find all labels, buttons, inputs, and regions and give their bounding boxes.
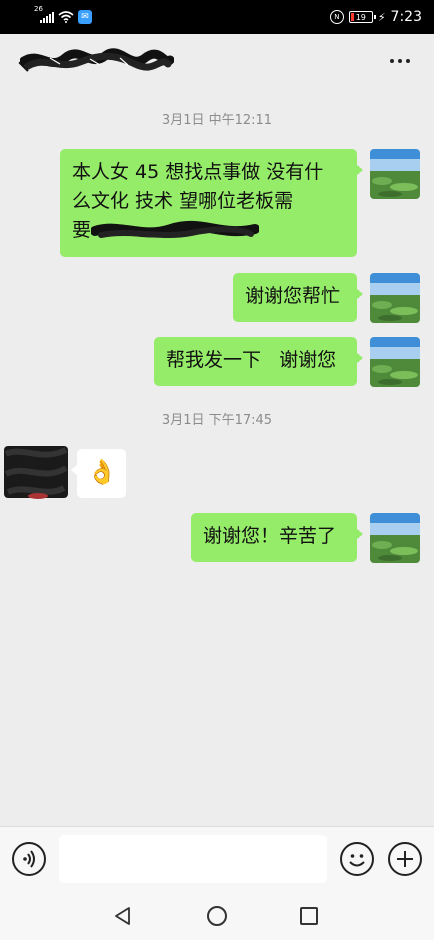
wifi-icon bbox=[58, 11, 74, 23]
input-bar bbox=[0, 826, 434, 890]
avatar[interactable] bbox=[370, 273, 420, 323]
nav-back-icon[interactable] bbox=[113, 906, 133, 926]
message-text: 谢谢您！辛苦了 bbox=[203, 525, 337, 547]
chat-header bbox=[0, 34, 434, 92]
redacted-chat-title bbox=[20, 48, 174, 71]
app-notification-icon: ✉ bbox=[78, 10, 92, 24]
system-navigation-bar bbox=[0, 890, 434, 940]
message-text: 帮我发一下 谢谢您 bbox=[166, 349, 337, 371]
self-avatar-image bbox=[370, 337, 420, 387]
message-timestamp: 3月1日 下午17:45 bbox=[161, 413, 273, 428]
ok-hand-icon: 👌 bbox=[87, 458, 117, 486]
nav-recent-icon[interactable] bbox=[300, 907, 318, 925]
clock: 7:23 bbox=[390, 9, 422, 25]
charging-icon: ⚡ bbox=[377, 10, 386, 24]
message-text-line: 本人女 45 想找点事做 没有什 bbox=[72, 161, 324, 183]
self-avatar-image bbox=[370, 149, 420, 199]
avatar[interactable] bbox=[370, 149, 420, 199]
network-type-label: 26 bbox=[34, 5, 43, 13]
self-avatar-image bbox=[370, 273, 420, 323]
outgoing-message-bubble[interactable]: 帮我发一下 谢谢您 bbox=[154, 337, 363, 386]
more-dots-icon[interactable] bbox=[390, 54, 414, 68]
status-bar: 26 ✉ N 19 ⚡ 7:23 bbox=[0, 0, 434, 34]
voice-icon[interactable] bbox=[12, 842, 46, 876]
battery-level: 19 bbox=[355, 12, 366, 22]
message-timestamp: 3月1日 中午12:11 bbox=[161, 113, 273, 128]
status-right-icons: N 19 ⚡ 7:23 bbox=[329, 8, 422, 26]
nfc-icon: N bbox=[329, 10, 344, 24]
message-input[interactable] bbox=[59, 835, 327, 883]
message-text-line: 要 bbox=[72, 219, 92, 241]
avatar[interactable] bbox=[370, 337, 420, 387]
redacted-text bbox=[91, 220, 260, 238]
message-text-line: 么文化 技术 望哪位老板需 bbox=[72, 190, 294, 212]
message-text: 谢谢您帮忙 bbox=[245, 285, 341, 307]
emoji-icon[interactable] bbox=[340, 842, 374, 876]
self-avatar-image bbox=[370, 513, 420, 563]
redacted-avatar bbox=[4, 446, 68, 499]
status-left-icons: 26 ✉ bbox=[34, 5, 92, 26]
nav-home-icon[interactable] bbox=[207, 906, 227, 926]
outgoing-message-bubble[interactable]: 本人女 45 想找点事做 没有什 么文化 技术 望哪位老板需 要 bbox=[60, 149, 363, 257]
outgoing-message-bubble[interactable]: 谢谢您！辛苦了 bbox=[191, 513, 363, 562]
outgoing-message-bubble[interactable]: 谢谢您帮忙 bbox=[233, 273, 363, 322]
battery-icon: 19 bbox=[348, 11, 376, 23]
incoming-sticker-bubble[interactable]: 👌 bbox=[71, 449, 126, 498]
avatar[interactable] bbox=[370, 513, 420, 563]
plus-icon[interactable] bbox=[388, 842, 422, 876]
